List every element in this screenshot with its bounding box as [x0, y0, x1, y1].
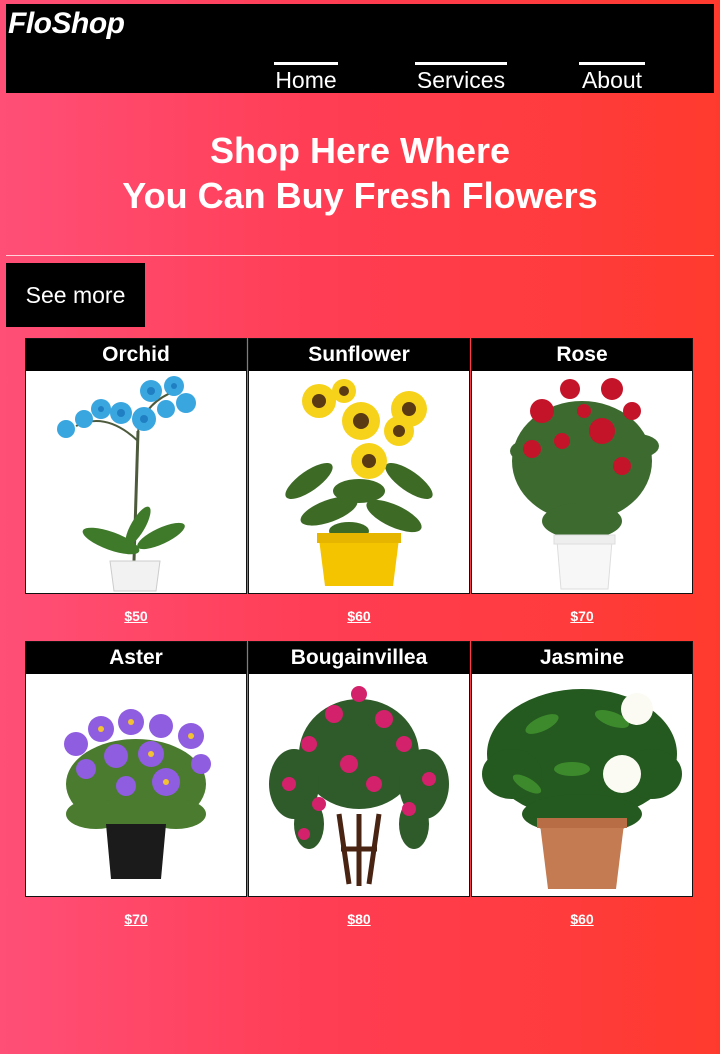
product-price-rose[interactable]: $70 [471, 608, 693, 624]
product-price-aster[interactable]: $70 [25, 911, 247, 927]
product-title: Jasmine [472, 642, 692, 674]
product-card-bougainvillea[interactable]: Bougainvillea [248, 641, 470, 897]
product-card-jasmine[interactable]: Jasmine [471, 641, 693, 897]
product-title: Sunflower [249, 339, 469, 371]
product-price-jasmine[interactable]: $60 [471, 911, 693, 927]
nav-about-link[interactable]: About [579, 62, 645, 94]
bougainvillea-plant-image [249, 674, 469, 896]
product-price-bougainvillea[interactable]: $80 [248, 911, 470, 927]
product-price-sunflower[interactable]: $60 [248, 608, 470, 624]
top-navbar: FloShop Home Services About [6, 4, 714, 93]
product-card-aster[interactable]: Aster [25, 641, 247, 897]
hero-heading: Shop Here Where You Can Buy Fresh Flower… [0, 128, 720, 218]
product-card-orchid[interactable]: Orchid [25, 338, 247, 594]
orchid-plant-image [26, 371, 246, 593]
rose-plant-image [472, 371, 692, 593]
product-card-sunflower[interactable]: Sunflower [248, 338, 470, 594]
product-price-orchid[interactable]: $50 [25, 608, 247, 624]
product-title: Aster [26, 642, 246, 674]
product-title: Bougainvillea [249, 642, 469, 674]
product-card-rose[interactable]: Rose [471, 338, 693, 594]
see-more-button[interactable]: See more [6, 263, 145, 327]
hero-line-1: Shop Here Where [209, 130, 511, 171]
aster-plant-image [26, 674, 246, 896]
sunflower-plant-image [249, 371, 469, 593]
nav-home-link[interactable]: Home [274, 62, 338, 94]
product-title: Rose [472, 339, 692, 371]
brand-logo[interactable]: FloShop [8, 7, 125, 41]
product-title: Orchid [26, 339, 246, 371]
jasmine-plant-image [472, 674, 692, 896]
divider [6, 255, 714, 256]
nav-services-link[interactable]: Services [415, 62, 507, 94]
hero-line-2: You Can Buy Fresh Flowers [122, 175, 598, 216]
